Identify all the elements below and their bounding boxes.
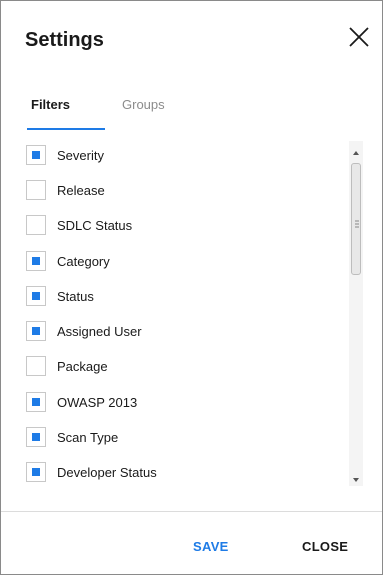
filter-checkbox[interactable] [26, 392, 46, 412]
filter-checkbox[interactable] [26, 215, 46, 235]
list-scrollbar[interactable] [349, 141, 363, 486]
close-button[interactable]: CLOSE [302, 539, 348, 554]
list-item[interactable]: SDLC Status [26, 213, 336, 237]
footer-divider [1, 511, 382, 512]
filter-checkbox[interactable] [26, 286, 46, 306]
scroll-thumb[interactable] [351, 163, 361, 275]
list-item[interactable]: Status [26, 284, 336, 308]
dialog-title: Settings [25, 29, 104, 51]
filter-label: Category [57, 254, 110, 269]
list-item[interactable]: OWASP 2013 [26, 390, 336, 414]
filter-list: Severity Release SDLC Status Category St… [18, 138, 365, 488]
list-item[interactable]: Severity [26, 143, 336, 167]
filter-checkbox[interactable] [26, 180, 46, 200]
scroll-up-arrow-icon[interactable] [351, 145, 361, 155]
close-icon[interactable] [347, 25, 371, 49]
filter-checkbox[interactable] [26, 145, 46, 165]
filter-checkbox[interactable] [26, 356, 46, 376]
filter-checkbox[interactable] [26, 462, 46, 482]
filter-label: Package [57, 359, 108, 374]
filter-label: Severity [57, 148, 104, 163]
filter-checkbox[interactable] [26, 251, 46, 271]
scroll-down-arrow-icon[interactable] [351, 472, 361, 482]
filter-label: Release [57, 183, 105, 198]
tab-filters[interactable]: Filters [27, 97, 105, 130]
filter-checkbox[interactable] [26, 427, 46, 447]
filter-label: Developer Status [57, 465, 157, 480]
list-item[interactable]: Assigned User [26, 319, 336, 343]
list-item[interactable]: Developer Status [26, 460, 336, 484]
filter-label: OWASP 2013 [57, 395, 138, 410]
filter-label: Assigned User [57, 324, 142, 339]
filter-label: Status [57, 289, 94, 304]
grip-icon [355, 215, 359, 228]
list-item[interactable]: Category [26, 249, 336, 273]
save-button[interactable]: SAVE [193, 539, 229, 554]
list-item[interactable]: Package [26, 354, 336, 378]
list-item[interactable]: Release [26, 178, 336, 202]
tab-groups[interactable]: Groups [122, 97, 165, 112]
list-item[interactable]: Scan Type [26, 425, 336, 449]
filter-label: SDLC Status [57, 218, 133, 233]
settings-dialog: Settings Filters Groups Severity Release… [0, 0, 383, 575]
filter-label: Scan Type [57, 430, 119, 445]
filter-checkbox[interactable] [26, 321, 46, 341]
